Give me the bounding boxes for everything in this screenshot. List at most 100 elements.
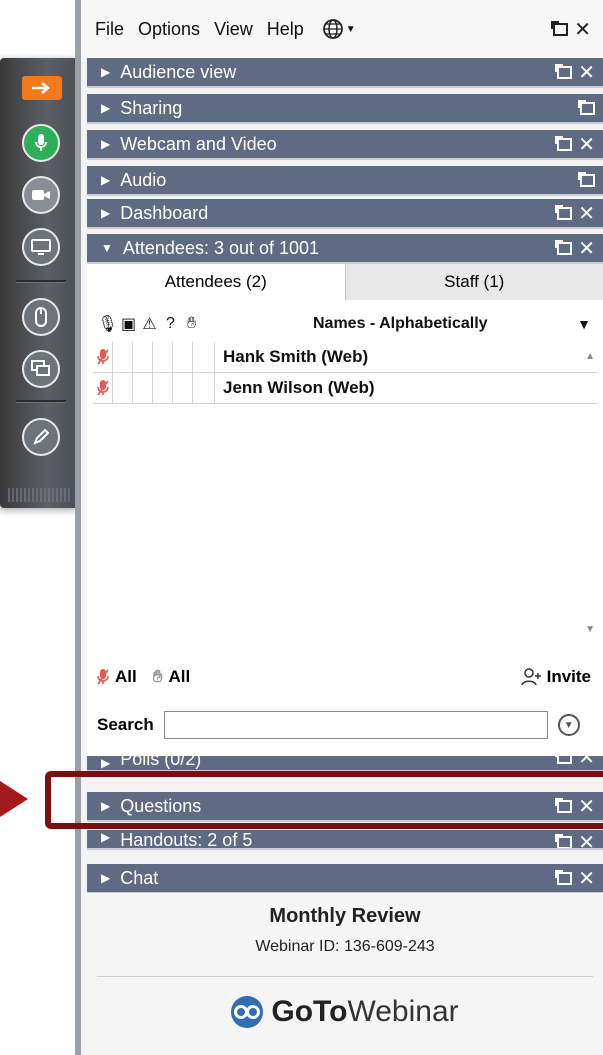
undock-icon[interactable] — [555, 63, 573, 79]
panel-title: Dashboard — [120, 202, 209, 223]
language-globe-button[interactable]: ▼ — [322, 18, 356, 40]
question-column-icon[interactable]: ? — [160, 315, 181, 333]
warning-column-icon[interactable]: ⚠ — [139, 314, 160, 334]
undock-icon[interactable] — [555, 239, 573, 255]
lower-hands-label: All — [168, 667, 191, 686]
footer-divider — [97, 976, 593, 977]
status-cell — [113, 373, 133, 403]
status-cell — [193, 342, 215, 372]
undock-icon[interactable] — [555, 204, 573, 220]
tab-staff[interactable]: Staff (1) — [345, 264, 603, 300]
menu-help[interactable]: Help — [267, 19, 304, 40]
table-row[interactable]: Hank Smith (Web) — [93, 342, 598, 373]
tab-attendees[interactable]: Attendees (2) — [87, 264, 346, 300]
brand-bold: GoTo — [271, 995, 348, 1028]
toolbar-separator — [16, 280, 66, 283]
expand-arrow-icon: ▶ — [101, 830, 111, 844]
chevron-down-icon: ▼ — [563, 719, 574, 731]
toolbar-separator — [16, 400, 66, 403]
search-row: Search ▼ — [87, 708, 603, 742]
mouse-control-button[interactable] — [22, 298, 60, 336]
panel-polls[interactable]: ▶ Polls (0/2) ✕ — [87, 756, 603, 772]
attendee-actions: All ✋︎ All Invite — [87, 660, 603, 694]
hand-column-icon[interactable]: ✋︎ — [181, 315, 202, 333]
undock-icon[interactable] — [551, 20, 569, 36]
webinar-id: Webinar ID: 136-609-243 — [255, 938, 435, 955]
panel-sharing[interactable]: ▶ Sharing — [87, 94, 603, 124]
grip-handle[interactable] — [8, 488, 72, 502]
table-row[interactable]: Jenn Wilson (Web) — [93, 373, 598, 404]
expand-arrow-icon: ▶ — [101, 206, 111, 220]
attendees-pane: Attendees (2) Staff (1) 🎙︎ ▣ ⚠ ? ✋︎ Name… — [87, 264, 603, 756]
screens-icon — [31, 360, 50, 376]
close-icon[interactable]: ✕ — [578, 866, 595, 891]
expand-arrow-icon: ▶ — [101, 101, 111, 115]
close-icon[interactable]: ✕ — [578, 132, 595, 157]
undock-icon[interactable] — [555, 869, 573, 885]
muted-mic-icon — [97, 669, 109, 685]
panel-chat[interactable]: ▶ Chat ✕ — [87, 864, 603, 894]
panel-title: Chat — [120, 867, 159, 888]
undock-icon[interactable] — [555, 756, 573, 764]
status-cell — [133, 373, 153, 403]
scroll-down-arrow[interactable]: ▼ — [585, 624, 595, 635]
close-icon[interactable]: ✕ — [578, 60, 595, 85]
expand-arrow-icon: ▶ — [101, 871, 111, 885]
webcam-button[interactable] — [22, 176, 60, 214]
status-cell — [153, 373, 173, 403]
webinar-footer: Monthly Review Webinar ID: 136-609-243 G… — [87, 893, 603, 1055]
attendee-name: Hank Smith (Web) — [223, 347, 369, 366]
status-cell — [173, 373, 193, 403]
status-cell — [153, 342, 173, 372]
close-icon[interactable]: ✕ — [574, 17, 591, 42]
close-icon[interactable]: ✕ — [578, 830, 595, 848]
menu-options[interactable]: Options — [138, 19, 200, 40]
menu-file[interactable]: File — [95, 19, 124, 40]
panel-title: Audience view — [120, 61, 237, 82]
lower-hands-all-button[interactable]: ✋︎ All — [153, 667, 190, 687]
status-cell — [173, 342, 193, 372]
attendee-list: Hank Smith (Web) Jenn Wilson (Web) — [93, 342, 598, 404]
chevron-down-icon[interactable]: ▼ — [577, 316, 591, 332]
close-icon[interactable]: ✕ — [578, 756, 595, 770]
attendee-name: Jenn Wilson (Web) — [223, 378, 375, 397]
highlight-box — [45, 771, 603, 829]
close-icon[interactable]: ✕ — [578, 201, 595, 226]
pencil-icon — [33, 428, 50, 445]
panel-audio[interactable]: ▶ Audio — [87, 166, 603, 196]
search-input[interactable] — [163, 711, 548, 739]
panel-webcam-video[interactable]: ▶ Webcam and Video ✕ — [87, 130, 603, 160]
menu-view[interactable]: View — [214, 19, 253, 40]
scroll-up-arrow[interactable]: ▲ — [585, 351, 595, 362]
invite-button[interactable]: Invite — [520, 667, 591, 687]
search-options-button[interactable]: ▼ — [557, 714, 580, 736]
mic-column-icon[interactable]: 🎙︎ — [97, 314, 118, 334]
panel-title: Webcam and Video — [120, 133, 277, 154]
mouse-icon — [35, 307, 47, 327]
undock-icon[interactable] — [555, 135, 573, 151]
muted-mic-icon[interactable] — [93, 373, 113, 403]
panel-handouts[interactable]: ▶ Handouts: 2 of 5 ✕ — [87, 830, 603, 850]
undock-icon[interactable] — [555, 834, 573, 848]
show-panel-arrow-button[interactable] — [22, 76, 62, 100]
invite-label: Invite — [546, 667, 591, 686]
expand-arrow-icon: ▶ — [101, 756, 111, 770]
panel-dashboard[interactable]: ▶ Dashboard ✕ — [87, 199, 603, 229]
microphone-button[interactable] — [22, 124, 60, 162]
panel-attendees[interactable]: ▼ Attendees: 3 out of 1001 ✕ — [87, 234, 603, 264]
close-icon[interactable]: ✕ — [578, 236, 595, 261]
screen-share-button[interactable] — [22, 228, 60, 266]
panel-title: Handouts: 2 of 5 — [120, 830, 253, 850]
menu-bar: File Options View Help ▼ ✕ — [81, 0, 603, 58]
switch-screen-button[interactable] — [22, 350, 60, 388]
panel-audience-view[interactable]: ▶ Audience view ✕ — [87, 58, 603, 88]
screen-column-icon[interactable]: ▣ — [118, 314, 139, 334]
drawing-tools-button[interactable] — [22, 418, 60, 456]
sort-dropdown[interactable]: Names - Alphabetically — [313, 315, 488, 333]
status-cell — [113, 342, 133, 372]
undock-icon[interactable] — [578, 171, 595, 187]
undock-icon[interactable] — [578, 99, 595, 115]
muted-mic-icon[interactable] — [93, 342, 113, 372]
camera-icon — [32, 190, 50, 200]
mute-all-button[interactable]: All — [97, 667, 137, 687]
